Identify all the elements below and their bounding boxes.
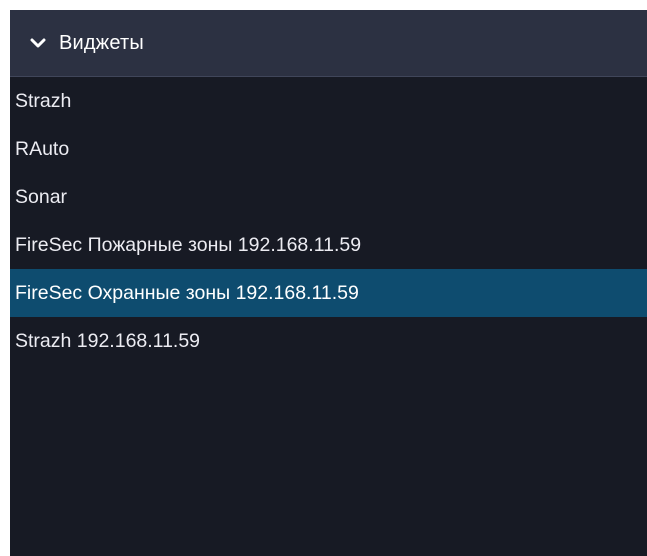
list-item[interactable]: FireSec Пожарные зоны 192.168.11.59 bbox=[10, 221, 647, 269]
panel-title: Виджеты bbox=[59, 31, 144, 54]
list-item[interactable]: Sonar bbox=[10, 173, 647, 221]
widgets-panel-header[interactable]: Виджеты bbox=[10, 10, 647, 77]
list-item[interactable]: Strazh bbox=[10, 77, 647, 125]
list-item-selected[interactable]: FireSec Охранные зоны 192.168.11.59 bbox=[10, 269, 647, 317]
chevron-down-icon[interactable] bbox=[28, 33, 48, 53]
widgets-list: Strazh RAuto Sonar FireSec Пожарные зоны… bbox=[10, 77, 647, 365]
list-item[interactable]: RAuto bbox=[10, 125, 647, 173]
list-item[interactable]: Strazh 192.168.11.59 bbox=[10, 317, 647, 365]
widgets-panel: Виджеты Strazh RAuto Sonar FireSec Пожар… bbox=[10, 10, 647, 556]
